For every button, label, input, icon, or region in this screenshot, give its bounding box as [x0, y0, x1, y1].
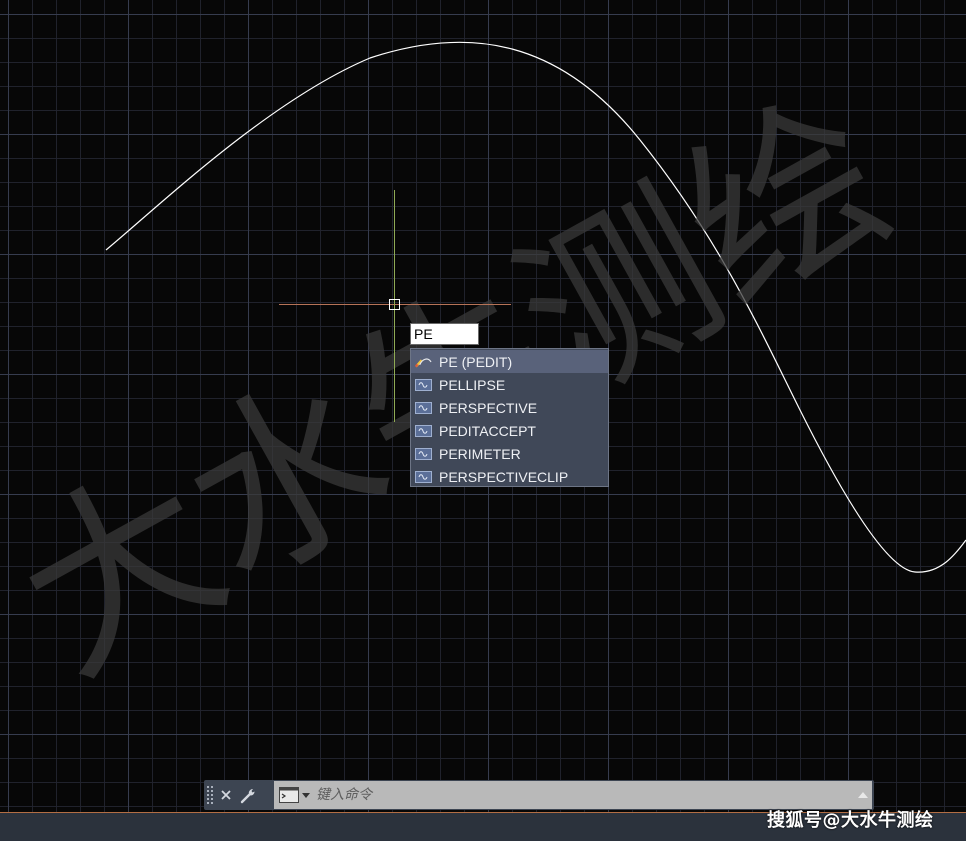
pedit-icon: [415, 355, 432, 368]
wrench-icon[interactable]: [237, 782, 259, 808]
autocomplete-item[interactable]: PERIMETER: [411, 442, 608, 465]
command-autocomplete-list[interactable]: PE (PEDIT) PELLIPSE PERSPECTIVE PEDITACCEPT…: [410, 348, 609, 487]
drag-grip-handle[interactable]: [207, 784, 215, 806]
command-input-area: [274, 781, 872, 809]
command-icon: [415, 401, 432, 414]
autocomplete-item-label: PERIMETER: [439, 445, 521, 462]
command-input[interactable]: [314, 782, 854, 808]
autocomplete-item[interactable]: PEDITACCEPT: [411, 419, 608, 442]
autocomplete-item-label: PEDITACCEPT: [439, 422, 536, 439]
command-icon: [415, 424, 432, 437]
autocomplete-item-label: PERSPECTIVE: [439, 399, 538, 416]
command-prompt-icon[interactable]: [274, 781, 314, 809]
dynamic-input-field[interactable]: PE: [410, 323, 479, 345]
pickbox: [389, 299, 400, 310]
watermark-credit: 搜狐号@大水牛测绘: [767, 810, 934, 831]
autocomplete-item-label: PELLIPSE: [439, 376, 506, 393]
command-icon: [415, 470, 432, 483]
autocomplete-item-label: PE (PEDIT): [439, 353, 513, 370]
close-icon[interactable]: [215, 782, 237, 808]
autocomplete-item[interactable]: PERSPECTIVE: [411, 396, 608, 419]
chevron-down-icon: [301, 792, 310, 798]
scroll-up-icon[interactable]: [854, 781, 872, 809]
autocomplete-item[interactable]: PE (PEDIT): [411, 350, 608, 373]
autocomplete-item-label: PERSPECTIVECLIP: [439, 468, 569, 485]
autocomplete-item[interactable]: PELLIPSE: [411, 373, 608, 396]
autocomplete-item[interactable]: PERSPECTIVECLIP: [411, 465, 608, 488]
command-icon: [415, 378, 432, 391]
command-icon: [415, 447, 432, 460]
